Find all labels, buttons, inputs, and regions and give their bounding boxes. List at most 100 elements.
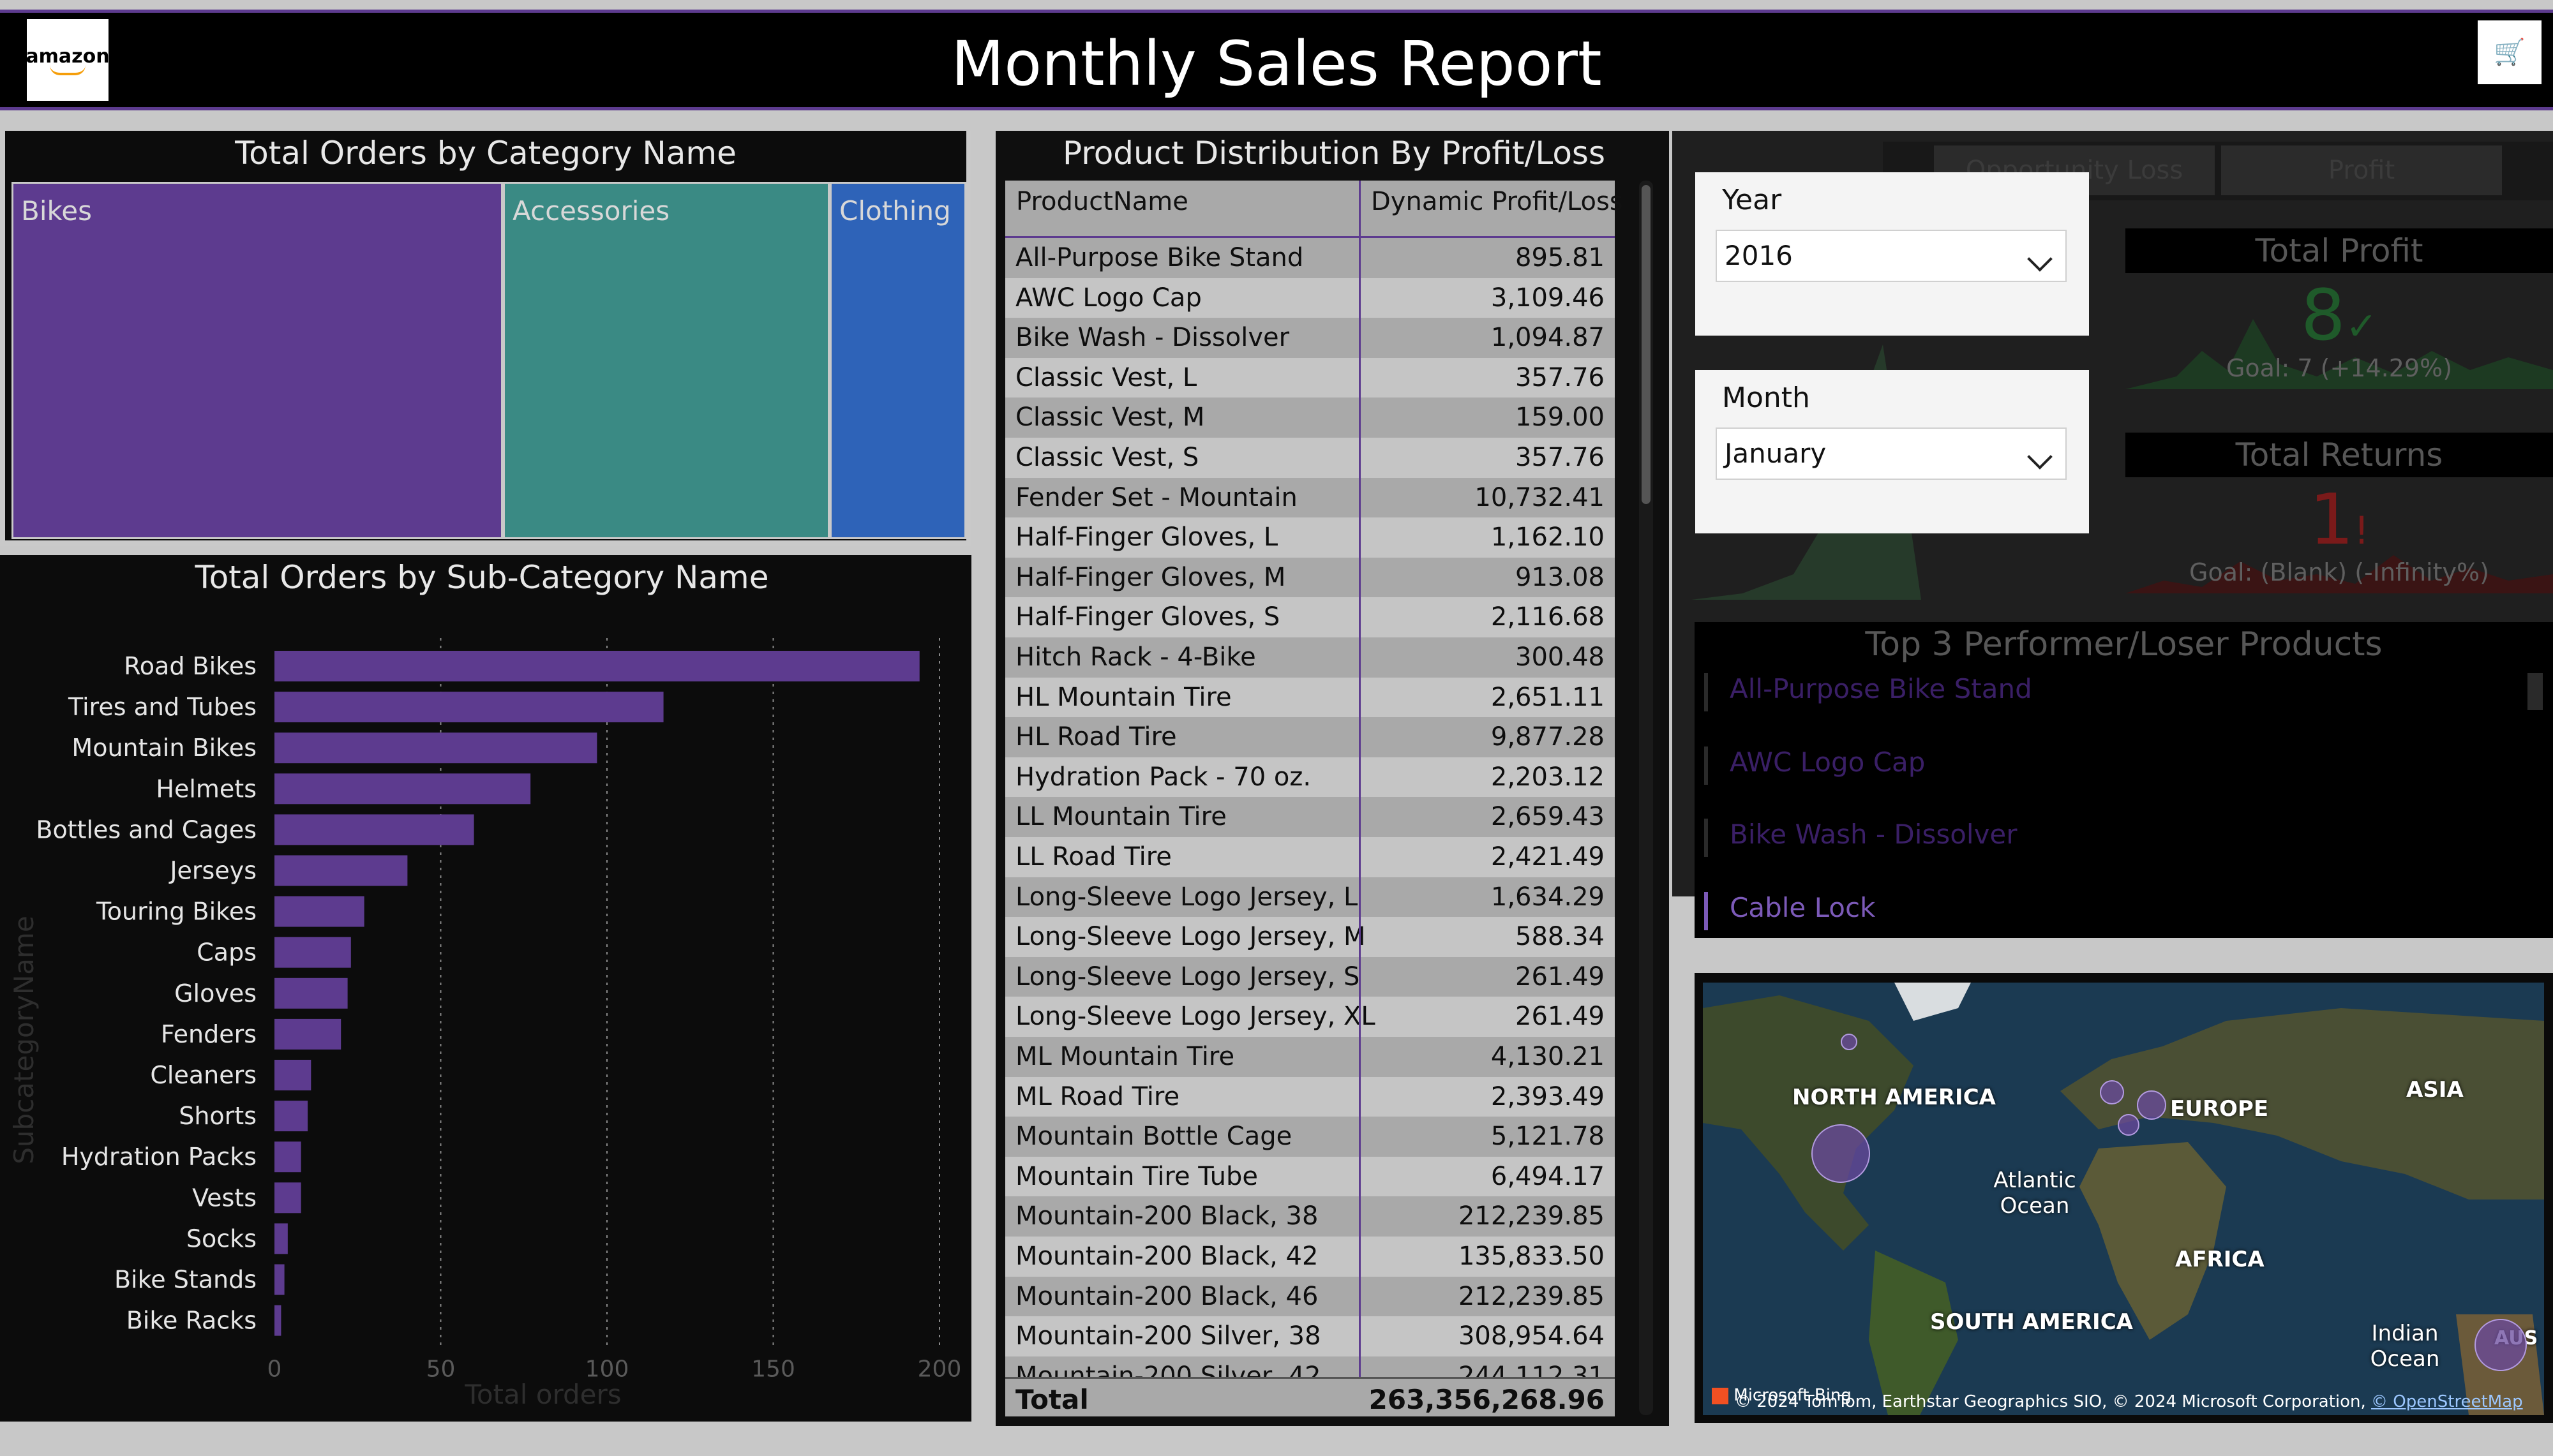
product-name-cell: Mountain Tire Tube xyxy=(1015,1161,1258,1191)
table-row[interactable]: Half-Finger Gloves, L 1,162.10 xyxy=(1005,517,1615,558)
y-category-label: Touring Bikes xyxy=(96,898,257,926)
table-row[interactable]: Half-Finger Gloves, S 2,116.68 xyxy=(1005,597,1615,637)
table-row[interactable]: Hitch Rack - 4-Bike 300.48 xyxy=(1005,637,1615,678)
chevron-down-icon[interactable] xyxy=(2027,444,2053,470)
cart-icon[interactable]: 🛒 xyxy=(2478,20,2542,84)
sales-map[interactable]: NORTH AMERICA EUROPE ASIA AFRICA SOUTH A… xyxy=(1703,983,2544,1415)
table-row[interactable]: HL Road Tire 9,877.28 xyxy=(1005,717,1615,757)
bar xyxy=(274,977,348,1009)
product-name-cell: Mountain-200 Black, 42 xyxy=(1015,1242,1319,1271)
table-row[interactable]: Classic Vest, S 357.76 xyxy=(1005,438,1615,478)
product-name-cell: Half-Finger Gloves, S xyxy=(1015,602,1280,632)
product-name-cell: Mountain-200 Black, 38 xyxy=(1015,1201,1319,1231)
table-row[interactable]: All-Purpose Bike Stand 895.81 xyxy=(1005,238,1615,278)
bar-chart-svg: 0 50 100 150 200Road BikesTires and TubesMou… xyxy=(8,638,962,1410)
y-category-label: Caps xyxy=(197,939,257,967)
tab-profit[interactable]: Profit xyxy=(2221,145,2502,195)
product-name-cell: HL Mountain Tire xyxy=(1015,682,1232,712)
top3-item[interactable]: Bike Wash - Dissolver xyxy=(1704,819,2018,857)
treemap-tile-accessories[interactable]: Accessories xyxy=(503,182,830,539)
table-column-divider xyxy=(1359,181,1361,1415)
profit-loss-cell: 212,239.85 xyxy=(1458,1201,1605,1231)
profit-loss-cell: 5,121.78 xyxy=(1490,1122,1605,1152)
table-row[interactable]: Long-Sleeve Logo Jersey, S 261.49 xyxy=(1005,956,1615,997)
table-row[interactable]: Long-Sleeve Logo Jersey, XL 261.49 xyxy=(1005,997,1615,1037)
profit-loss-cell: 4,130.21 xyxy=(1490,1042,1605,1071)
bar xyxy=(274,1141,301,1173)
kpi-total-returns-title: Total Returns xyxy=(2125,433,2553,477)
table-scrollbar-thumb[interactable] xyxy=(1642,185,1651,504)
year-slicer: Year 2016 xyxy=(1695,172,2089,336)
product-name-cell: Long-Sleeve Logo Jersey, S xyxy=(1015,962,1360,992)
product-name-cell: Classic Vest, M xyxy=(1015,403,1205,433)
profit-loss-cell: 212,239.85 xyxy=(1458,1281,1605,1311)
profit-loss-cell: 261.49 xyxy=(1515,1002,1605,1032)
top3-item[interactable]: Cable Lock xyxy=(1704,892,1875,930)
table-row[interactable]: Mountain-200 Black, 38 212,239.85 xyxy=(1005,1196,1615,1237)
column-header-productname[interactable]: ProductName xyxy=(1016,185,1188,236)
y-category-label: Mountain Bikes xyxy=(71,734,257,762)
month-slicer: Month January xyxy=(1695,370,2089,533)
profit-loss-cell: 6,494.17 xyxy=(1490,1161,1605,1191)
profit-loss-cell: 2,203.12 xyxy=(1490,762,1605,792)
table-row[interactable]: ML Mountain Tire 4,130.21 xyxy=(1005,1037,1615,1077)
table-row[interactable]: Long-Sleeve Logo Jersey, L 1,634.29 xyxy=(1005,877,1615,917)
product-name-cell: Mountain-200 Black, 46 xyxy=(1015,1281,1319,1311)
microsoft-logo-icon xyxy=(1712,1387,1728,1404)
profit-loss-cell: 2,659.43 xyxy=(1490,802,1605,832)
treemap-tile-bikes[interactable]: Bikes xyxy=(11,182,503,539)
table-row[interactable]: LL Road Tire 2,421.49 xyxy=(1005,837,1615,877)
table-row[interactable]: Classic Vest, L 357.76 xyxy=(1005,357,1615,398)
product-name-cell: Long-Sleeve Logo Jersey, L xyxy=(1015,882,1358,912)
page-title: Monthly Sales Report xyxy=(951,28,1602,100)
product-name-cell: Half-Finger Gloves, M xyxy=(1015,562,1286,592)
product-name-cell: LL Road Tire xyxy=(1015,842,1172,872)
top3-scrollbar[interactable] xyxy=(2527,673,2543,710)
check-icon: ✓ xyxy=(2345,304,2378,349)
top3-item[interactable]: All-Purpose Bike Stand xyxy=(1704,673,2032,711)
table-row[interactable]: Mountain Tire Tube 6,494.17 xyxy=(1005,1156,1615,1197)
table-row[interactable]: Mountain-200 Silver, 42 244,112.31 xyxy=(1005,1356,1615,1377)
product-name-cell: AWC Logo Cap xyxy=(1015,283,1202,313)
year-dropdown-value: 2016 xyxy=(1725,240,1793,271)
table-row[interactable]: Mountain-200 Black, 42 135,833.50 xyxy=(1005,1237,1615,1277)
table-row[interactable]: Classic Vest, M 159.00 xyxy=(1005,397,1615,438)
table-title: Product Distribution By Profit/Loss xyxy=(1062,135,1606,172)
x-tick-label: 200 xyxy=(918,1356,962,1383)
bar xyxy=(274,692,664,723)
y-category-label: Cleaners xyxy=(150,1061,257,1089)
profit-loss-cell: 895.81 xyxy=(1515,243,1605,272)
year-dropdown[interactable]: 2016 xyxy=(1716,230,2067,282)
month-slicer-label: Month xyxy=(1722,382,1810,414)
treemap-tile-clothing[interactable]: Clothing xyxy=(830,182,966,539)
product-name-cell: ML Road Tire xyxy=(1015,1081,1180,1111)
table-total-row: Total 263,356,268.96 xyxy=(1005,1377,1615,1416)
table-row[interactable]: LL Mountain Tire 2,659.43 xyxy=(1005,797,1615,837)
table-row[interactable]: Mountain Bottle Cage 5,121.78 xyxy=(1005,1117,1615,1157)
month-dropdown[interactable]: January xyxy=(1716,427,2067,480)
table-row[interactable]: ML Road Tire 2,393.49 xyxy=(1005,1076,1615,1117)
openstreetmap-link[interactable]: © OpenStreetMap xyxy=(2371,1392,2523,1411)
profit-loss-cell: 2,116.68 xyxy=(1490,602,1605,632)
profit-loss-cell: 300.48 xyxy=(1515,643,1605,672)
profit-loss-cell: 244,112.31 xyxy=(1458,1361,1605,1377)
product-name-cell: Fender Set - Mountain xyxy=(1015,482,1298,512)
table-row[interactable]: Long-Sleeve Logo Jersey, M 588.34 xyxy=(1005,917,1615,957)
profit-loss-cell: 2,421.49 xyxy=(1490,842,1605,872)
profit-loss-cell: 1,094.87 xyxy=(1490,323,1605,353)
year-slicer-label: Year xyxy=(1722,184,1782,216)
table-row[interactable]: Half-Finger Gloves, M 913.08 xyxy=(1005,557,1615,598)
total-value: 263,356,268.96 xyxy=(1368,1384,1605,1415)
table-row[interactable]: Hydration Pack - 70 oz. 2,203.12 xyxy=(1005,757,1615,798)
product-name-cell: Mountain-200 Silver, 38 xyxy=(1015,1321,1321,1351)
table-row[interactable]: HL Mountain Tire 2,651.11 xyxy=(1005,677,1615,718)
y-category-label: Helmets xyxy=(156,775,257,803)
table-row[interactable]: Bike Wash - Dissolver 1,094.87 xyxy=(1005,318,1615,358)
table-row[interactable]: Fender Set - Mountain 10,732.41 xyxy=(1005,477,1615,518)
table-row[interactable]: Mountain-200 Black, 46 212,239.85 xyxy=(1005,1276,1615,1317)
table-row[interactable]: AWC Logo Cap 3,109.46 xyxy=(1005,278,1615,318)
column-header-profit-loss[interactable]: Dynamic Profit/Loss xyxy=(1371,185,1623,236)
table-row[interactable]: Mountain-200 Silver, 38 308,954.64 xyxy=(1005,1316,1615,1356)
top3-item[interactable]: AWC Logo Cap xyxy=(1704,747,1925,785)
chevron-down-icon[interactable] xyxy=(2027,246,2053,272)
